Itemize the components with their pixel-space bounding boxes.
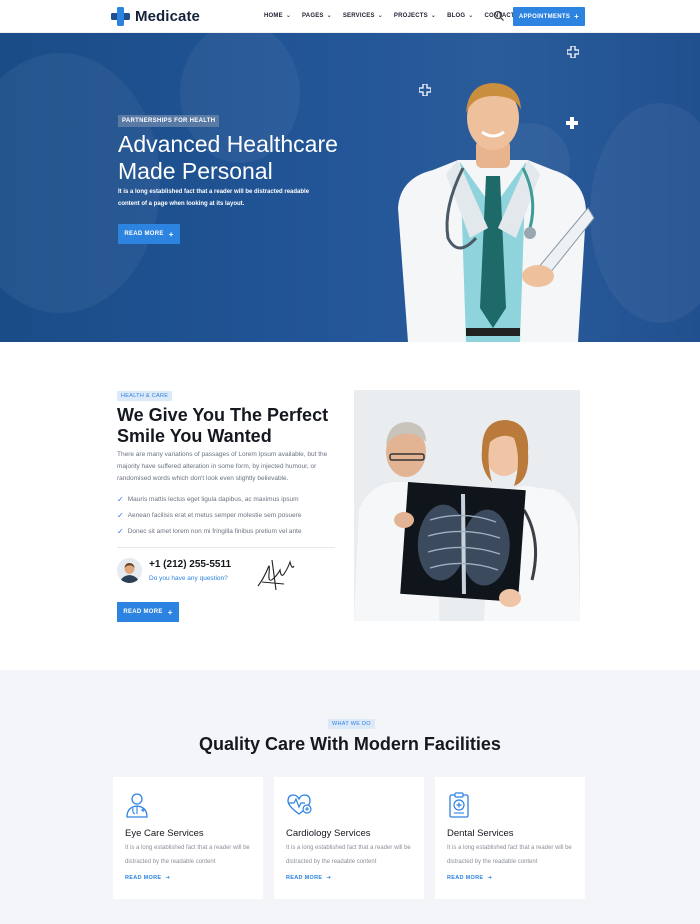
service-description: It is a long established fact that a rea…	[125, 845, 250, 865]
nav-label: SERVICES	[342, 12, 375, 19]
nav-item-services[interactable]: SERVICES ⌄	[342, 12, 383, 20]
arrow-right-icon: ➔	[487, 875, 493, 881]
nav-item-pages[interactable]: PAGES ⌄	[302, 12, 332, 20]
service-card: Dental Services It is a long established…	[435, 777, 585, 899]
hero-section: PARTNERSHIPS FOR HEALTH Advanced Healthc…	[0, 33, 700, 342]
divider	[117, 547, 335, 548]
service-read-more-link[interactable]: READ MORE ➔	[286, 875, 331, 881]
checklist-text: Donec sit amet lorem non mi fringilla fi…	[127, 527, 302, 535]
arrow-right-icon: ➔	[165, 875, 171, 881]
logo[interactable]: Medicate	[111, 7, 200, 26]
heart-pulse-icon	[286, 792, 312, 818]
nav-label: PAGES	[302, 12, 324, 19]
plus-icon: +	[167, 607, 173, 617]
medical-cross-icon	[567, 46, 579, 58]
plus-icon: +	[574, 12, 580, 21]
service-card: Cardiology Services It is a long establi…	[274, 777, 424, 899]
about-title: We Give You The Perfect Smile You Wanted	[117, 405, 329, 446]
about-read-more-button[interactable]: READ MORE +	[117, 602, 179, 622]
hero-description: It is a long established fact that a rea…	[118, 189, 310, 207]
service-description: It is a long established fact that a rea…	[286, 845, 411, 865]
medical-cross-logo-icon	[111, 7, 130, 26]
background-figure	[590, 103, 700, 323]
plus-icon: +	[168, 229, 174, 239]
checklist-text: Aenean facilisis erat et metus semper mo…	[127, 511, 302, 519]
arrow-right-icon: ➔	[326, 875, 332, 881]
signature-image	[257, 559, 295, 591]
service-name: Eye Care Services	[125, 828, 204, 839]
doctor-image	[398, 83, 595, 342]
about-description: There are many variations of passages of…	[117, 451, 328, 482]
link-label: READ MORE	[125, 875, 162, 881]
nav-label: BLOG	[447, 12, 466, 19]
site-header: Medicate HOME ⌄ PAGES ⌄ SERVICES ⌄ PROJECTS…	[0, 0, 700, 33]
nav-label: HOME	[264, 12, 283, 19]
brand-name: Medicate	[135, 8, 200, 25]
avatar	[117, 558, 142, 583]
chevron-down-icon: ⌄	[285, 13, 292, 19]
checklist-item: ✓ Donec sit amet lorem non mi fringilla f…	[117, 523, 347, 539]
nav-item-blog[interactable]: BLOG ⌄	[447, 12, 474, 20]
nav-label: PROJECTS	[393, 12, 428, 19]
check-icon: ✓	[117, 510, 124, 520]
search-icon[interactable]	[493, 9, 505, 21]
hero-title: Advanced Healthcare Made Personal	[118, 131, 338, 184]
appointments-label: APPOINTMENTS	[518, 13, 571, 20]
services-title: Quality Care With Modern Facilities	[199, 734, 501, 754]
hero-read-more-button[interactable]: READ MORE +	[118, 224, 180, 244]
chevron-down-icon: ⌄	[468, 13, 474, 19]
chevron-down-icon: ⌄	[326, 13, 332, 19]
service-read-more-link[interactable]: READ MORE ➔	[447, 875, 492, 881]
button-label: READ MORE	[123, 609, 163, 615]
service-read-more-link[interactable]: READ MORE ➔	[125, 875, 170, 881]
service-card: Eye Care Services It is a long establish…	[113, 777, 263, 899]
services-tag: WHAT WE DO	[328, 719, 375, 729]
button-label: READ MORE	[124, 231, 164, 237]
appointments-button[interactable]: APPOINTMENTS +	[513, 7, 585, 26]
checklist-item: ✓ Mauris mattis lectus eget ligula dapibu…	[117, 491, 347, 507]
check-icon: ✓	[117, 526, 124, 536]
contact-question-link[interactable]: Do you have any question?	[149, 575, 228, 582]
service-description: It is a long established fact that a rea…	[447, 845, 572, 865]
checklist-item: ✓ Aenean facilisis erat et metus semper m…	[117, 507, 347, 523]
contact-phone[interactable]: +1 (212) 255-5511	[149, 559, 231, 570]
chevron-down-icon: ⌄	[430, 13, 437, 19]
nav-item-projects[interactable]: PROJECTS ⌄	[393, 12, 437, 20]
service-name: Cardiology Services	[286, 828, 371, 839]
nav-item-home[interactable]: HOME ⌄	[264, 12, 292, 20]
check-icon: ✓	[117, 494, 124, 504]
doctors-xray-photo	[354, 390, 580, 621]
link-label: READ MORE	[286, 875, 323, 881]
about-tag: HEALTH & CARE	[117, 391, 173, 401]
clipboard-medical-icon	[447, 792, 471, 818]
feature-checklist: ✓ Mauris mattis lectus eget ligula dapibu…	[117, 491, 347, 539]
service-name: Dental Services	[447, 828, 514, 839]
services-section: WHAT WE DO Quality Care With Modern Faci…	[0, 670, 700, 924]
doctor-icon	[125, 792, 149, 818]
chevron-down-icon: ⌄	[377, 13, 383, 19]
hero-tag: PARTNERSHIPS FOR HEALTH	[118, 115, 220, 127]
link-label: READ MORE	[447, 875, 484, 881]
checklist-text: Mauris mattis lectus eget ligula dapibus…	[127, 495, 299, 503]
